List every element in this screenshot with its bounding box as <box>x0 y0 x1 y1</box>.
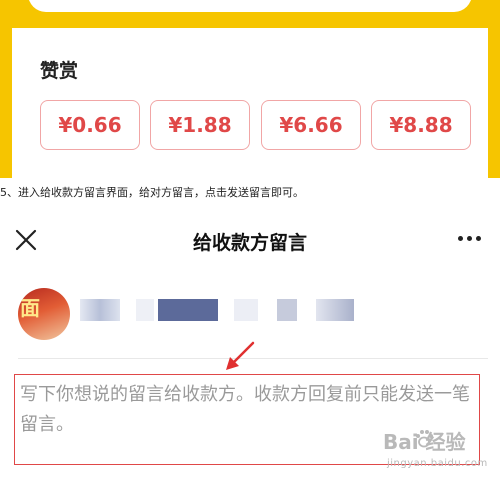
amount-button-4[interactable]: ¥8.88 <box>371 100 471 150</box>
amount-button-2[interactable]: ¥1.88 <box>150 100 250 150</box>
step-caption: 5、进入给收款方留言界面，给对方留言，点击发送留言即可。 <box>0 186 304 199</box>
reward-card-upper <box>28 0 472 12</box>
amount-button-3[interactable]: ¥6.66 <box>261 100 361 150</box>
avatar-text: 面 <box>20 296 40 320</box>
amount-button-1[interactable]: ¥0.66 <box>40 100 140 150</box>
yellow-frame-left <box>0 0 12 178</box>
reward-title: 赞赏 <box>40 60 79 82</box>
more-icon[interactable] <box>458 236 481 241</box>
page-title: 给收款方留言 <box>192 232 307 254</box>
annotation-arrow-icon <box>222 338 258 374</box>
avatar: 面 <box>18 288 70 340</box>
baidu-watermark: Bai 经验 jingyan.baidu.com <box>383 426 495 476</box>
baidu-paw-icon <box>416 430 433 448</box>
reward-card-area: 赞赏 ¥0.66 ¥1.88 ¥6.66 ¥8.88 <box>0 0 500 178</box>
watermark-sub: jingyan.baidu.com <box>387 458 488 469</box>
yellow-frame-right <box>488 0 500 178</box>
